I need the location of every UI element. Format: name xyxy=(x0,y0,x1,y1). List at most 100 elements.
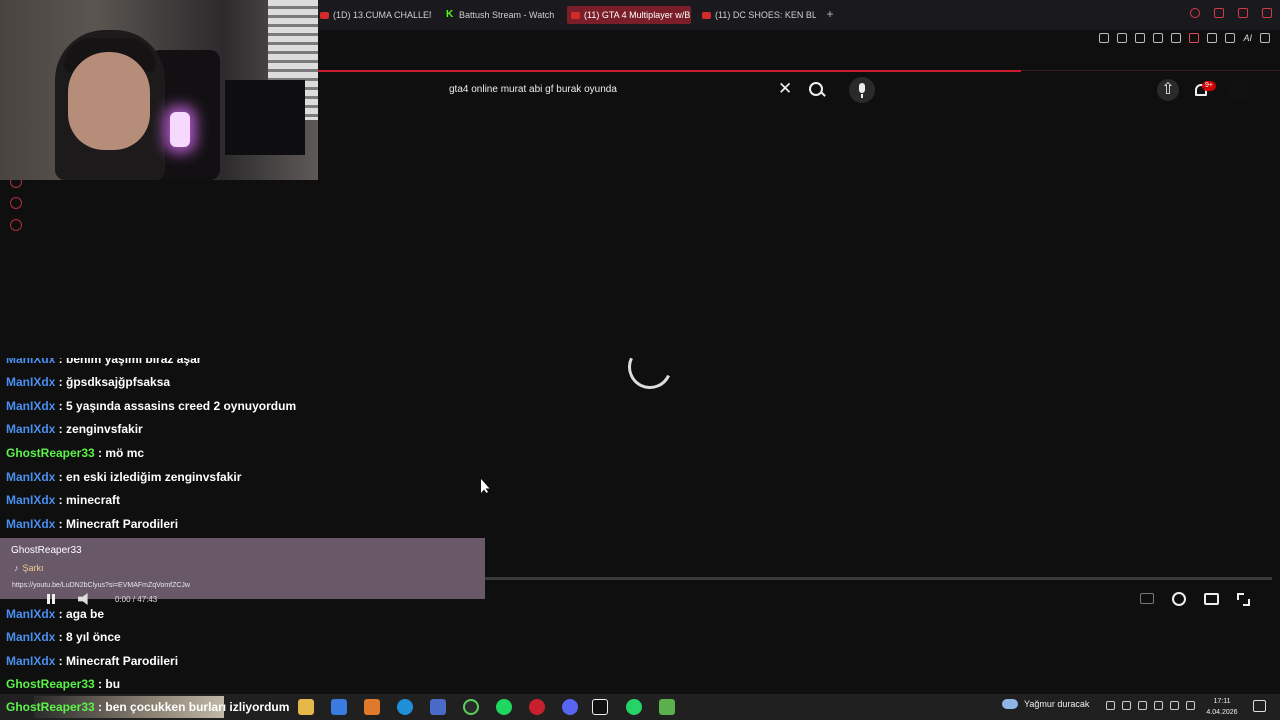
chat-text: mö mc xyxy=(105,446,145,460)
fullscreen-icon[interactable] xyxy=(1237,593,1250,606)
microphone-icon[interactable] xyxy=(1154,701,1163,710)
chat-message: ManIXdx : benim yaşımı biraz aşar xyxy=(6,352,202,366)
capcut-icon[interactable] xyxy=(592,699,608,715)
clock[interactable]: 17:11 4.04.2026 xyxy=(1203,696,1241,718)
whatsapp-icon[interactable] xyxy=(626,699,642,715)
weather-widget[interactable]: Yağmur duracak xyxy=(1002,699,1089,709)
subtitles-icon[interactable] xyxy=(1140,593,1154,604)
youtube-icon xyxy=(320,11,329,19)
video-progress-bar[interactable] xyxy=(485,577,1272,580)
youtube-icon xyxy=(571,11,580,19)
chat-username: ManIXdx xyxy=(6,352,56,366)
youtube-icon xyxy=(702,11,711,19)
chat-message: ManIXdx : Minecraft Parodileri xyxy=(6,654,179,668)
upload-button[interactable]: ⇧ xyxy=(1157,79,1179,101)
highlight-link[interactable]: https://youtu.be/LuDN2bClyus?si=EVMAFmZq… xyxy=(12,582,190,589)
bookmark-icon[interactable] xyxy=(1099,33,1110,43)
music-note-icon: ♪ xyxy=(14,563,19,573)
chat-message: ManIXdx : ğpsdksajğpfsaksa xyxy=(6,375,171,389)
time-display: 0:00 / 47:43 xyxy=(115,595,158,604)
chat-text: Minecraft Parodileri xyxy=(66,517,179,531)
pause-icon[interactable] xyxy=(46,594,56,604)
system-tray xyxy=(1106,701,1195,710)
kick-icon: K xyxy=(446,9,454,20)
play-icon[interactable] xyxy=(1153,33,1164,43)
notification-count-badge: 9+ xyxy=(1202,81,1216,91)
microphone-icon[interactable] xyxy=(849,77,875,103)
settings-icon[interactable] xyxy=(10,219,22,231)
chat-text: ğpsdksajğpfsaksa xyxy=(66,375,171,389)
search-input[interactable]: gta4 online murat abi gf burak oyunda xyxy=(439,77,799,102)
lock-icon[interactable] xyxy=(1225,33,1236,43)
tab-label: (11) DC SHOES: KEN BLOC xyxy=(715,10,816,20)
shield-icon[interactable] xyxy=(1135,33,1146,43)
avatar[interactable] xyxy=(1229,80,1249,100)
weather-icon xyxy=(1002,699,1018,709)
app-icon[interactable] xyxy=(364,699,380,715)
chat-text: aga be xyxy=(66,607,105,621)
chat-username: ManIXdx xyxy=(6,654,56,668)
tag-icon[interactable] xyxy=(10,197,22,209)
chat-message: ManIXdx : Minecraft Parodileri xyxy=(6,517,179,531)
screenshot-icon[interactable] xyxy=(1117,33,1128,43)
clock-date: 4.04.2026 xyxy=(1206,709,1238,716)
ai-button[interactable]: AI xyxy=(1243,33,1252,43)
search-tabs-icon[interactable] xyxy=(1190,8,1200,18)
chat-message: GhostReaper33 : bu xyxy=(6,677,121,691)
chat-text: bu xyxy=(105,677,121,691)
chat-text: minecraft xyxy=(66,493,121,507)
store-icon[interactable] xyxy=(430,699,446,715)
weather-text: Yağmur duracak xyxy=(1024,699,1090,709)
chat-text: 8 yıl önce xyxy=(66,630,121,644)
edge-icon[interactable] xyxy=(397,699,413,715)
chat-username: GhostReaper33 xyxy=(6,700,95,714)
restore-icon[interactable] xyxy=(1238,8,1248,18)
chat-text: benim yaşımı biraz aşar xyxy=(66,352,202,366)
chat-message: ManIXdx : aga be xyxy=(6,607,105,621)
heart-icon[interactable] xyxy=(1171,33,1182,43)
highlight-tag: ♪ Şarkı xyxy=(14,563,44,573)
notification-center-icon[interactable] xyxy=(1253,700,1266,712)
tab-label: (1D) 13.CUMA CHALLENGE xyxy=(333,10,431,20)
chat-username: ManIXdx xyxy=(6,630,56,644)
chevron-up-icon[interactable] xyxy=(1106,701,1115,710)
search-icon[interactable] xyxy=(806,79,828,101)
network-icon[interactable] xyxy=(1170,701,1179,710)
chat-username: ManIXdx xyxy=(6,375,56,389)
file-explorer-icon[interactable] xyxy=(298,699,314,715)
minimize-icon[interactable] xyxy=(1214,8,1224,18)
theater-mode-icon[interactable] xyxy=(1204,593,1219,605)
highlighted-chat-card: GhostReaper33 ♪ Şarkı https://youtu.be/L… xyxy=(0,538,485,599)
gear-icon[interactable] xyxy=(1172,592,1186,606)
tab-battush-stream[interactable]: K Battush Stream - Watch L xyxy=(442,6,557,24)
puzzle-icon[interactable] xyxy=(1207,33,1218,43)
new-tab-button[interactable]: + xyxy=(823,7,837,21)
mail-icon[interactable] xyxy=(331,699,347,715)
cloud-icon[interactable] xyxy=(1138,701,1147,710)
clock-time: 17:11 xyxy=(1213,698,1231,705)
menu-icon[interactable] xyxy=(1260,33,1270,43)
speaker-icon[interactable] xyxy=(1186,701,1195,710)
chat-message: ManIXdx : en eski izlediğim zenginvsfaki… xyxy=(6,470,242,484)
tab-label: (11) GTA 4 Multiplayer w/B xyxy=(584,10,691,20)
opera-icon[interactable] xyxy=(529,699,545,715)
browser-toolbar: AI xyxy=(1099,30,1270,46)
chat-username: ManIXdx xyxy=(6,399,56,413)
page-loading-bar xyxy=(318,70,1021,72)
discord-icon[interactable] xyxy=(562,699,578,715)
chat-message: ManIXdx : minecraft xyxy=(6,493,121,507)
close-icon[interactable] xyxy=(1262,8,1272,18)
minecraft-icon[interactable] xyxy=(659,699,675,715)
webcam-overlay xyxy=(0,0,318,180)
chat-text: ben çocukken burları izliyordum xyxy=(105,700,290,714)
extension-icon[interactable] xyxy=(1189,33,1200,43)
highlight-username: GhostReaper33 xyxy=(11,545,82,556)
chat-username: ManIXdx xyxy=(6,493,56,507)
tab-gta4-multiplayer[interactable]: (11) GTA 4 Multiplayer w/B xyxy=(567,6,691,24)
spotify-icon[interactable] xyxy=(496,699,512,715)
tab-dc-shoes[interactable]: (11) DC SHOES: KEN BLOC xyxy=(698,6,816,24)
clear-search-button[interactable]: ✕ xyxy=(778,80,792,97)
app-icon[interactable] xyxy=(463,699,479,715)
app-tray-icon[interactable] xyxy=(1122,701,1131,710)
tab-13-cuma[interactable]: (1D) 13.CUMA CHALLENGE xyxy=(316,6,431,24)
